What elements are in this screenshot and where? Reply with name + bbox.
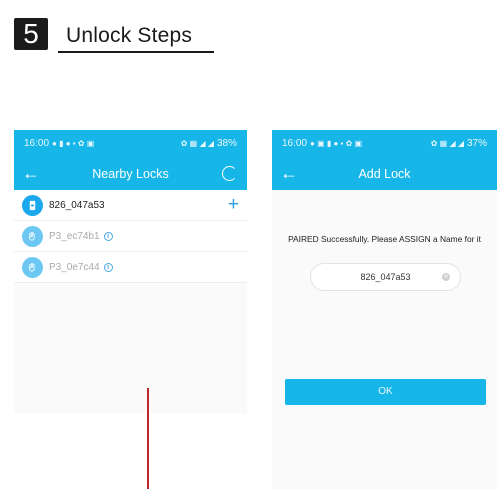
signal-icons: ✿ ▦ ◢ ◢ [180,139,214,148]
step-number: 5 [14,18,48,50]
lock-name: P3_0e7c44 [49,261,100,273]
step-title: Unlock Steps [66,24,193,47]
title-bar: ← Add Lock [272,157,497,190]
info-icon[interactable]: i [103,231,113,241]
back-arrow-icon[interactable]: ← [22,163,40,184]
lock-name: 826_047a53 [49,199,105,211]
hand-icon [22,225,43,247]
status-time: 16:00 [282,138,308,149]
nearby-locks-screen: 16:00 ● ▮ ● ▪ ✿ ▣ ✿ ▦ ◢ ◢ 38% ← Nearby L… [14,130,247,413]
status-battery: 37% [466,138,487,149]
add-lock-plus-icon[interactable]: + [228,194,239,216]
notification-icons: ● ▣ ▮ ● ▪ ✿ ▣ [310,139,363,148]
title-bar: ← Nearby Locks [14,157,247,190]
lock-name-value: 826_047a53 [360,272,411,282]
signal-icons: ✿ ▦ ◢ ◢ [430,139,464,148]
step-header: 5 Unlock Steps [14,18,214,53]
info-icon[interactable]: i [103,262,113,272]
lock-name: P3_ec74b1 [49,230,100,242]
hand-icon [22,256,43,278]
lock-icon [22,194,43,216]
status-battery: 38% [216,138,237,149]
status-bar: 16:00 ● ▣ ▮ ● ▪ ✿ ▣ ✿ ▦ ◢ ◢ 37% [272,130,497,157]
notification-icons: ● ▮ ● ▪ ✿ ▣ [52,139,95,148]
step-underline [58,51,214,53]
status-time: 16:00 [24,138,50,149]
screen-title: Nearby Locks [92,166,169,181]
add-lock-screen: 16:00 ● ▣ ▮ ● ▪ ✿ ▣ ✿ ▦ ◢ ◢ 37% ← Add Lo… [272,130,497,489]
ok-button[interactable]: OK [285,379,486,405]
status-bar: 16:00 ● ▮ ● ▪ ✿ ▣ ✿ ▦ ◢ ◢ 38% [14,130,247,157]
lock-name-input[interactable]: 826_047a53 ✕ [310,263,461,291]
annotation-line [147,388,149,489]
lock-item[interactable]: 826_047a53 + [14,190,247,221]
loading-spinner-icon [222,166,237,181]
back-arrow-icon[interactable]: ← [280,163,298,184]
screen-title: Add Lock [358,166,411,181]
paired-message: PAIRED Successfully. Please ASSIGN a Nam… [288,234,481,244]
clear-icon[interactable]: ✕ [442,273,450,281]
lock-item[interactable]: P3_0e7c44 i [14,252,247,283]
lock-list: 826_047a53 + P3_ec74b1 i P3_0e7c44 i [14,190,247,283]
lock-item[interactable]: P3_ec74b1 i [14,221,247,252]
